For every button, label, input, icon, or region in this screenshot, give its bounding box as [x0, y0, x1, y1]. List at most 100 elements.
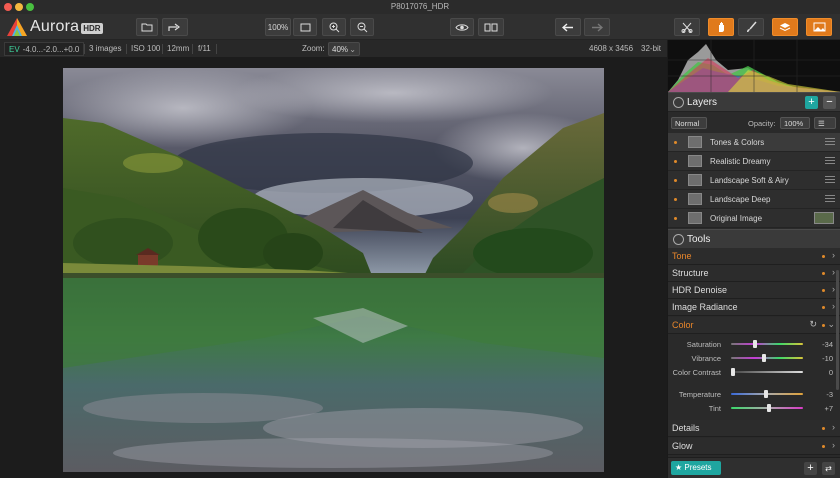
layer-item[interactable]: Landscape Soft & Airy	[668, 171, 840, 190]
slider-color-contrast[interactable]: Color Contrast 0	[668, 365, 833, 379]
share-button[interactable]	[162, 18, 188, 36]
ev-values: -4.0...-2.0...+0.0	[22, 45, 80, 54]
tool-active-dot	[822, 255, 825, 258]
zoom-select[interactable]: 40% ⌄	[328, 42, 360, 56]
image-count: 3 images	[89, 44, 122, 53]
slider-temperature[interactable]: Temperature -3	[668, 387, 833, 401]
layer-thumbnail	[688, 193, 702, 205]
crop-button[interactable]	[674, 18, 700, 36]
slider-knob[interactable]	[753, 340, 757, 348]
zoom-out-icon	[357, 22, 367, 32]
zoom-value: 40%	[332, 45, 349, 54]
layer-item[interactable]: Tones & Colors	[668, 133, 840, 152]
slider-knob[interactable]	[764, 390, 768, 398]
layer-settings-icon[interactable]	[825, 176, 835, 183]
tool-active-dot	[822, 445, 825, 448]
chevron-down-icon: ⌄	[827, 319, 835, 329]
zoom-out-button[interactable]	[350, 18, 374, 36]
layer-settings-icon[interactable]	[825, 138, 835, 145]
layers-toggle-button[interactable]	[772, 18, 798, 36]
image-canvas[interactable]	[0, 58, 667, 478]
tools-section-icon	[673, 234, 684, 245]
layer-thumbnail	[688, 136, 702, 148]
chevron-right-icon: ›	[832, 422, 835, 432]
ev-selector[interactable]: EV -4.0...-2.0...+0.0	[4, 42, 85, 56]
slider-knob[interactable]	[731, 368, 735, 376]
tool-name: Structure	[672, 268, 709, 278]
layers-header[interactable]: Layers + −	[668, 92, 840, 112]
slider-saturation[interactable]: Saturation -34	[668, 337, 833, 351]
layer-settings-icon[interactable]	[825, 157, 835, 164]
add-preset-button[interactable]: +	[804, 462, 817, 475]
slider-track[interactable]	[731, 343, 803, 345]
tool-details[interactable]: Details ›	[668, 420, 840, 437]
tool-tone[interactable]: Tone ›	[668, 248, 840, 265]
tool-active-dot	[822, 427, 825, 430]
split-view-button[interactable]	[478, 18, 504, 36]
zoom-label: Zoom:	[302, 44, 325, 53]
sync-icon[interactable]: ⇄	[822, 462, 835, 475]
add-layer-button[interactable]: +	[805, 96, 818, 109]
app-badge: HDR	[81, 23, 103, 34]
slider-label: Temperature	[678, 390, 721, 399]
reset-icon[interactable]: ↻	[809, 319, 817, 330]
tools-header[interactable]: Tools	[668, 229, 840, 249]
presets-button[interactable]: ★ Presets	[671, 461, 721, 475]
slider-knob[interactable]	[762, 354, 766, 362]
fit-screen-button[interactable]	[293, 18, 317, 36]
layer-menu-button[interactable]: ☰ ⌄	[814, 117, 836, 137]
brush-tool-button[interactable]	[738, 18, 764, 36]
layer-active-dot	[674, 179, 677, 182]
chevron-right-icon: ›	[832, 440, 835, 450]
layer-settings-icon[interactable]	[825, 195, 835, 202]
slider-track[interactable]	[731, 371, 803, 373]
panel-scrollbar[interactable]	[836, 270, 839, 390]
slider-value: -3	[826, 390, 833, 399]
layer-item[interactable]: Realistic Dreamy	[668, 152, 840, 171]
slider-label: Vibrance	[691, 354, 721, 363]
tool-name: HDR Denoise	[672, 285, 728, 295]
opacity-select[interactable]: 100% ⌄	[780, 117, 810, 137]
slider-knob[interactable]	[767, 404, 771, 412]
share-icon	[168, 23, 180, 31]
preview-button[interactable]	[450, 18, 474, 36]
layer-active-dot	[674, 198, 677, 201]
tool-structure[interactable]: Structure ›	[668, 265, 840, 282]
remove-layer-button[interactable]: −	[823, 96, 836, 109]
chevron-down-icon: ⌄	[349, 45, 356, 54]
tool-name: Glow	[672, 441, 693, 451]
focal-length: 12mm	[167, 44, 190, 53]
slider-track[interactable]	[731, 357, 803, 359]
fit-screen-icon	[300, 23, 310, 31]
tool-hdr-denoise[interactable]: HDR Denoise ›	[668, 282, 840, 299]
zoom-in-icon	[329, 22, 339, 32]
hand-icon	[718, 22, 724, 32]
right-panel: Layers + − Normal ⌄ Opacity: 100% ⌄ ☰ ⌄ …	[667, 40, 840, 478]
blend-mode-select[interactable]: Normal ⌄	[671, 117, 707, 137]
tool-active-dot	[822, 272, 825, 275]
tool-active-dot	[822, 306, 825, 309]
chevron-right-icon: ›	[832, 267, 835, 277]
layer-active-dot	[674, 160, 677, 163]
tool-image-radiance[interactable]: Image Radiance ›	[668, 299, 840, 316]
zoom-in-button[interactable]	[322, 18, 346, 36]
tool-glow[interactable]: Glow ›	[668, 438, 840, 455]
tool-color[interactable]: Color ↻ ⌄	[668, 317, 840, 334]
redo-button[interactable]	[584, 18, 610, 36]
bit-depth: 32-bit	[641, 44, 662, 53]
layer-item[interactable]: Original Image	[668, 209, 840, 228]
slider-value: -34	[822, 340, 833, 349]
layer-item[interactable]: Landscape Deep	[668, 190, 840, 209]
slider-label: Saturation	[686, 340, 721, 349]
hand-tool-button[interactable]	[708, 18, 734, 36]
redo-icon	[592, 22, 603, 32]
slider-tint[interactable]: Tint +7	[668, 401, 833, 415]
layer-options: Normal ⌄ Opacity: 100% ⌄ ☰ ⌄	[668, 114, 840, 137]
slider-vibrance[interactable]: Vibrance -10	[668, 351, 833, 365]
layers-section-icon	[673, 97, 684, 108]
compare-button[interactable]	[806, 18, 832, 36]
open-button[interactable]	[136, 18, 158, 36]
undo-button[interactable]	[555, 18, 581, 36]
window-title: P8017076_HDR	[390, 2, 450, 11]
zoom-100-button[interactable]: 100%	[265, 18, 291, 36]
